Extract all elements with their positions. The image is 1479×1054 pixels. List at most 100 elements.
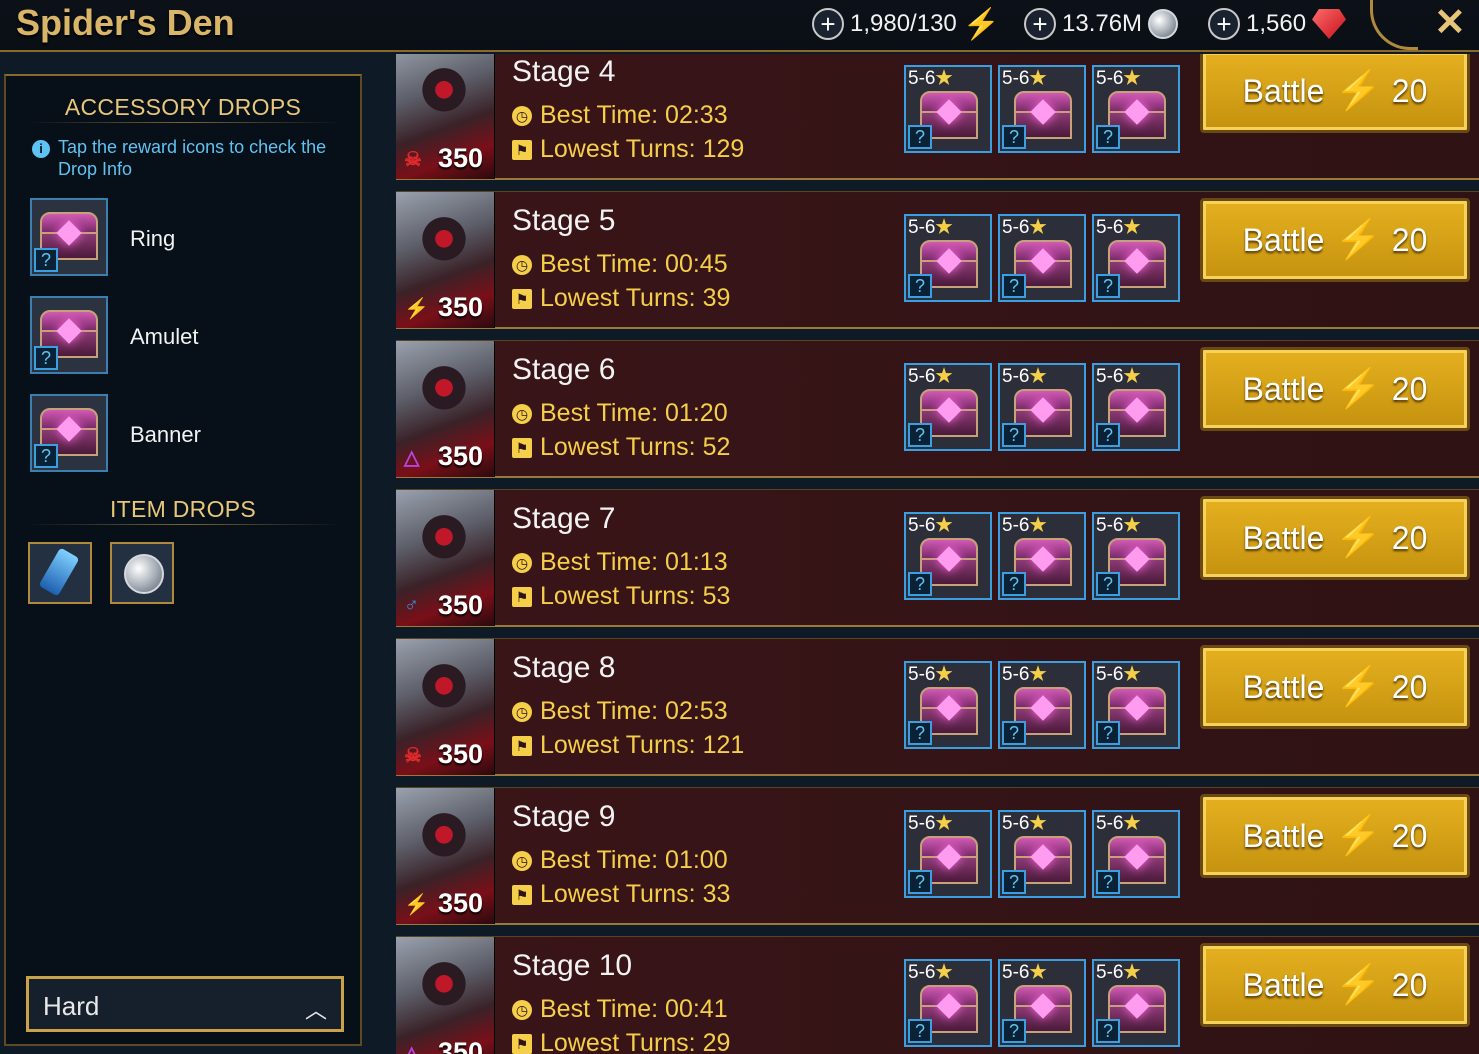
decorative-curve: [1370, 0, 1418, 50]
question-icon: ?: [1002, 572, 1026, 596]
question-icon: ?: [1002, 423, 1026, 447]
boss-level: 350: [438, 1037, 484, 1054]
reward-chest-3[interactable]: 5-6★ ?: [1092, 959, 1180, 1047]
accessory-banner[interactable]: ? Banner: [30, 394, 330, 472]
boss-portrait: ♂ 350: [396, 490, 495, 626]
boss-portrait: ☠ 350: [396, 54, 495, 179]
stage-list[interactable]: ☠ 350 Stage 4 ◷ Best Time: 02:33 ⚑ Lowest …: [364, 54, 1479, 1054]
reward-chest-2[interactable]: 5-6★ ?: [998, 661, 1086, 749]
turns-icon: ⚑: [512, 586, 532, 607]
question-icon: ?: [34, 346, 58, 370]
reward-chest-3[interactable]: 5-6★ ?: [1092, 363, 1180, 451]
reward-chest-1[interactable]: 5-6★ ?: [904, 363, 992, 451]
gems-resource[interactable]: + 1,560: [1208, 6, 1347, 42]
battle-button[interactable]: Battle ⚡ 20: [1200, 794, 1470, 878]
clock-icon: ◷: [512, 850, 532, 871]
page-title: Spider's Den: [16, 2, 235, 43]
reward-chest-1[interactable]: 5-6★ ?: [904, 214, 992, 302]
question-icon: ?: [1096, 423, 1120, 447]
stage-row: ☠ 350 Stage 4 ◷ Best Time: 02:33 ⚑ Lowest …: [396, 54, 1479, 180]
potion-item-icon[interactable]: [28, 542, 92, 604]
spider-boss-icon: [412, 806, 476, 870]
info-text: Tap the reward icons to check the Drop I…: [58, 137, 327, 179]
stage-row: ⚡ 350 Stage 5 ◷ Best Time: 00:45 ⚑ Lowest …: [396, 191, 1479, 329]
energy-icon: ⚡: [1334, 70, 1382, 112]
lowest-turns: ⚑ Lowest Turns: 39: [512, 284, 730, 313]
question-icon: ?: [1096, 870, 1120, 894]
reward-chest-2[interactable]: 5-6★ ?: [998, 363, 1086, 451]
silver-resource[interactable]: + 13.76M: [1024, 6, 1179, 42]
lowest-turns: ⚑ Lowest Turns: 52: [512, 433, 730, 462]
reward-chest-2[interactable]: 5-6★ ?: [998, 959, 1086, 1047]
reward-chest-3[interactable]: 5-6★ ?: [1092, 661, 1180, 749]
question-icon: ?: [1002, 274, 1026, 298]
stage-name: Stage 5: [512, 204, 616, 237]
accessory-label: Amulet: [130, 324, 199, 349]
affinity-icon: ⚡: [404, 298, 429, 320]
banner-reward-icon[interactable]: ?: [30, 394, 108, 472]
reward-chest-3[interactable]: 5-6★ ?: [1092, 512, 1180, 600]
turns-icon: ⚑: [512, 139, 532, 160]
accessory-ring[interactable]: ? Ring: [30, 198, 330, 276]
reward-chest-1[interactable]: 5-6★ ?: [904, 661, 992, 749]
reward-chest-2[interactable]: 5-6★ ?: [998, 810, 1086, 898]
best-time: ◷ Best Time: 00:41: [512, 995, 728, 1024]
difficulty-select[interactable]: Hard ︿: [26, 976, 344, 1032]
energy-icon: ⚡: [962, 7, 1001, 41]
reward-chest-1[interactable]: 5-6★ ?: [904, 512, 992, 600]
reward-chest-2[interactable]: 5-6★ ?: [998, 65, 1086, 153]
battle-label: Battle: [1242, 966, 1325, 1003]
divider: [26, 524, 342, 525]
accessory-amulet[interactable]: ? Amulet: [30, 296, 330, 374]
silver-item-icon[interactable]: [110, 542, 174, 604]
lowest-turns: ⚑ Lowest Turns: 129: [512, 135, 744, 164]
stage-name: Stage 4: [512, 55, 616, 88]
battle-button[interactable]: Battle ⚡ 20: [1200, 645, 1470, 729]
affinity-icon: ☠: [404, 149, 422, 171]
accessory-drops-title: ACCESSORY DROPS: [64, 94, 302, 120]
add-gems-button[interactable]: +: [1208, 8, 1240, 40]
stage-name: Stage 6: [512, 353, 616, 386]
reward-chest-2[interactable]: 5-6★ ?: [998, 214, 1086, 302]
battle-button[interactable]: Battle ⚡ 20: [1200, 54, 1470, 133]
energy-icon: ⚡: [1334, 815, 1382, 857]
reward-chest-1[interactable]: 5-6★ ?: [904, 959, 992, 1047]
ring-reward-icon[interactable]: ?: [30, 198, 108, 276]
reward-chest-1[interactable]: 5-6★ ?: [904, 810, 992, 898]
add-silver-button[interactable]: +: [1024, 8, 1056, 40]
turns-icon: ⚑: [512, 884, 532, 905]
battle-button[interactable]: Battle ⚡ 20: [1200, 347, 1470, 431]
battle-button[interactable]: Battle ⚡ 20: [1200, 496, 1470, 580]
silver-coin-icon: [1148, 9, 1179, 39]
best-time: ◷ Best Time: 01:13: [512, 548, 728, 577]
accessory-label: Banner: [130, 422, 201, 447]
boss-portrait: ☠ 350: [396, 639, 495, 775]
lowest-turns: ⚑ Lowest Turns: 33: [512, 880, 730, 909]
affinity-icon: △: [404, 447, 420, 469]
spider-boss-icon: [412, 359, 476, 423]
battle-label: Battle: [1242, 519, 1325, 556]
best-time: ◷ Best Time: 02:33: [512, 101, 728, 130]
turns-icon: ⚑: [512, 735, 532, 756]
reward-chest-3[interactable]: 5-6★ ?: [1092, 810, 1180, 898]
battle-button[interactable]: Battle ⚡ 20: [1200, 198, 1470, 282]
reward-chest-3[interactable]: 5-6★ ?: [1092, 65, 1180, 153]
reward-chest-3[interactable]: 5-6★ ?: [1092, 214, 1180, 302]
question-icon: ?: [908, 1019, 932, 1043]
energy-cost: 20: [1391, 668, 1428, 705]
question-icon: ?: [1002, 125, 1026, 149]
battle-button[interactable]: Battle ⚡ 20: [1200, 943, 1470, 1027]
close-icon[interactable]: ✕: [1434, 0, 1466, 45]
amulet-reward-icon[interactable]: ?: [30, 296, 108, 374]
best-time: ◷ Best Time: 01:20: [512, 399, 728, 428]
energy-cost: 20: [1391, 72, 1428, 109]
energy-icon: ⚡: [1334, 219, 1382, 261]
divider: [26, 122, 342, 123]
battle-label: Battle: [1242, 72, 1325, 109]
reward-chest-2[interactable]: 5-6★ ?: [998, 512, 1086, 600]
difficulty-value: Hard: [43, 991, 100, 1021]
add-energy-button[interactable]: +: [812, 8, 844, 40]
energy-resource[interactable]: + 1,980/130 ⚡: [812, 6, 1000, 42]
question-icon: ?: [908, 721, 932, 745]
reward-chest-1[interactable]: 5-6★ ?: [904, 65, 992, 153]
